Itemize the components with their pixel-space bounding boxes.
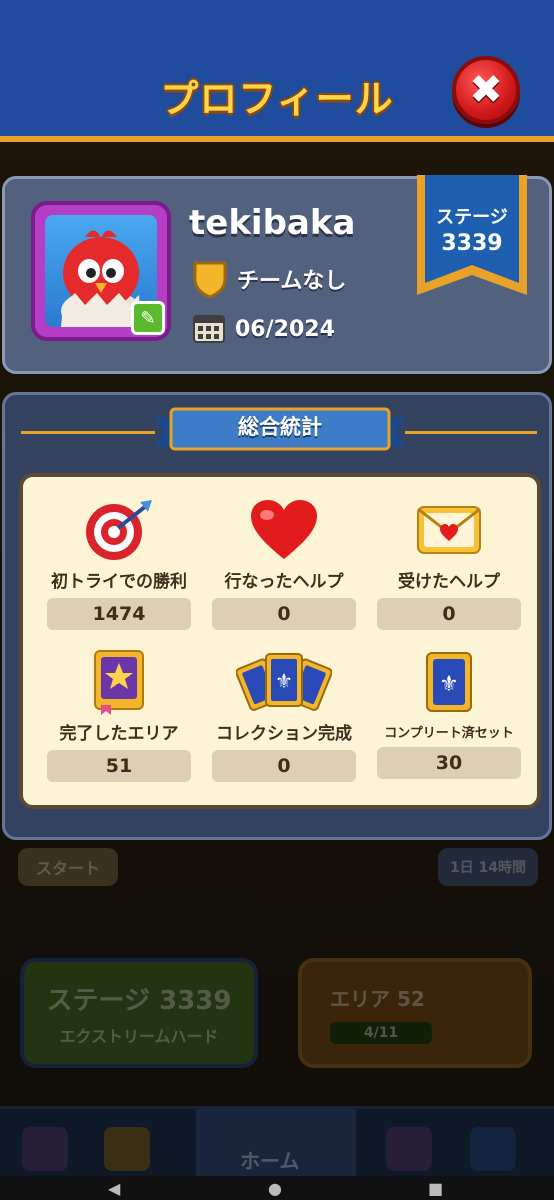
stat-label: コレクション完成	[216, 724, 352, 744]
stat-help-given: 行なったヘルプ 0	[202, 495, 366, 630]
stat-label: コンプリート済セット	[384, 726, 514, 741]
stat-first-try-wins: 初トライでの勝利 1474	[37, 495, 201, 630]
svg-text:⚜: ⚜	[275, 669, 293, 693]
stage-number: 3339	[441, 231, 503, 256]
calendar-icon	[193, 315, 225, 343]
stat-value: 30	[377, 747, 521, 779]
team-row[interactable]: チームなし	[191, 259, 346, 299]
stat-sets-completed: ⚜ コンプリート済セット 30	[367, 647, 531, 779]
target-icon	[86, 500, 152, 560]
recents-icon: ■	[428, 1179, 444, 1198]
section-title: 総合統計	[238, 415, 322, 439]
back-icon: ◀	[108, 1179, 121, 1198]
stage-label: ステージ	[436, 207, 508, 228]
heart-icon	[251, 500, 317, 559]
close-icon: ✖	[469, 67, 503, 113]
cards-fan-icon: ⚜	[236, 653, 332, 711]
shield-icon	[193, 261, 227, 299]
stat-collections-completed: ⚜ コレクション完成 0	[202, 647, 366, 782]
profile-card: ✎ tekibaka チームなし 06/2024 ステージ 3339	[2, 175, 552, 374]
username: tekibaka	[189, 203, 356, 243]
card-icon: ⚜	[426, 652, 472, 712]
stat-value: 1474	[47, 598, 191, 630]
join-date: 06/2024	[235, 316, 335, 342]
edit-avatar-icon[interactable]: ✎	[131, 301, 165, 335]
book-star-icon	[94, 650, 144, 715]
stats-card: 総合統計 初トライでの勝利 1474 行なったヘルプ 0 受けたヘルプ 0 完了…	[2, 392, 552, 840]
stats-panel: 初トライでの勝利 1474 行なったヘルプ 0 受けたヘルプ 0 完了したエリア…	[19, 473, 541, 809]
stat-label: 受けたヘルプ	[398, 572, 500, 592]
stat-help-received: 受けたヘルプ 0	[367, 495, 531, 630]
ribbon-line-right	[405, 431, 537, 434]
avatar[interactable]: ✎	[31, 201, 171, 341]
stat-areas-completed: 完了したエリア 51	[37, 647, 201, 782]
team-label: チームなし	[237, 269, 347, 294]
stage-banner: ステージ 3339	[413, 175, 531, 301]
stat-label: 行なったヘルプ	[224, 572, 344, 592]
stat-value: 0	[212, 598, 356, 630]
close-button[interactable]: ✖	[452, 56, 520, 124]
stat-label: 初トライでの勝利	[51, 572, 187, 592]
envelope-icon	[417, 506, 481, 554]
stat-value: 0	[377, 598, 521, 630]
stat-value: 0	[212, 750, 356, 782]
stat-label: 完了したエリア	[59, 724, 179, 744]
profile-header: プロフィール ✖	[0, 0, 554, 142]
system-nav-bar: ◀ ● ■	[0, 1176, 554, 1200]
home-circle-icon: ●	[268, 1179, 282, 1198]
stat-value: 51	[47, 750, 191, 782]
svg-text:⚜: ⚜	[439, 672, 459, 697]
join-date-row: 06/2024	[193, 315, 335, 343]
ribbon-line-left	[21, 431, 155, 434]
